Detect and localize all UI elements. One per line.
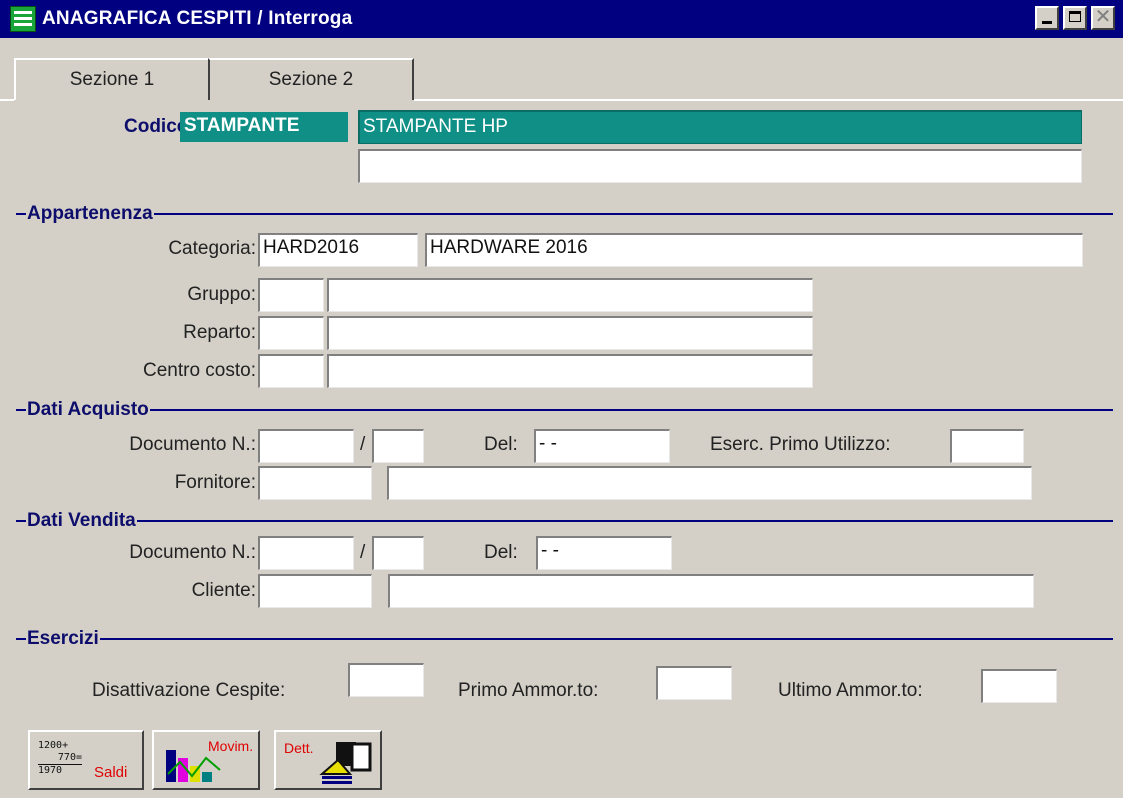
section-title: Dati Acquisto	[27, 399, 149, 420]
ultimo-ammortamento-label: Ultimo Ammor.to:	[778, 680, 923, 701]
close-button[interactable]: ✕	[1091, 6, 1115, 30]
acquisto-del-label: Del:	[484, 434, 518, 455]
centro-costo-code-field[interactable]	[258, 354, 324, 388]
esercizio-primo-utilizzo-label: Eserc. Primo Utilizzo:	[710, 434, 891, 455]
app-icon	[10, 6, 36, 32]
acquisto-del-field[interactable]: - -	[534, 429, 670, 463]
acquisto-documento-number-field[interactable]	[258, 429, 354, 463]
categoria-label: Categoria:	[168, 238, 256, 259]
tab-strip: Sezione 1 Sezione 2	[0, 38, 1123, 101]
section-title: Appartenenza	[27, 203, 153, 224]
saldi-label: Saldi	[94, 764, 128, 781]
dettaglio-icon	[319, 742, 372, 784]
section-title: Esercizi	[27, 628, 99, 649]
disattivazione-cespite-field[interactable]	[348, 663, 424, 697]
fornitore-label: Fornitore:	[174, 472, 256, 493]
dettaglio-label: Dett.	[284, 740, 314, 756]
acquisto-documento-suffix-field[interactable]	[372, 429, 424, 463]
acquisto-documento-label: Documento N.:	[129, 434, 256, 455]
description-field[interactable]: STAMPANTE HP	[358, 110, 1082, 144]
section-esercizi: Esercizi	[16, 628, 1113, 649]
vendita-del-field[interactable]: - -	[536, 536, 672, 570]
gruppo-code-field[interactable]	[258, 278, 324, 312]
reparto-desc-field[interactable]	[327, 316, 813, 350]
cliente-label: Cliente:	[191, 580, 256, 601]
esercizio-primo-utilizzo-field[interactable]	[950, 429, 1024, 463]
reparto-label: Reparto:	[183, 322, 256, 343]
tab-sezione-1[interactable]: Sezione 1	[14, 58, 208, 100]
centro-costo-desc-field[interactable]	[327, 354, 813, 388]
section-appartenenza: Appartenenza	[16, 203, 1113, 224]
section-dati-acquisto: Dati Acquisto	[16, 399, 1113, 420]
primo-ammortamento-label: Primo Ammor.to:	[458, 680, 599, 701]
window-title: ANAGRAFICA CESPITI / Interroga	[42, 8, 353, 29]
vendita-slash: /	[360, 542, 366, 563]
fornitore-code-field[interactable]	[258, 466, 372, 500]
reparto-code-field[interactable]	[258, 316, 324, 350]
categoria-code-field[interactable]: HARD2016	[258, 233, 418, 267]
categoria-desc-field[interactable]: HARDWARE 2016	[425, 233, 1083, 267]
gruppo-desc-field[interactable]	[327, 278, 813, 312]
centro-costo-label: Centro costo:	[143, 360, 256, 381]
ultimo-ammortamento-field[interactable]	[981, 669, 1057, 703]
vendita-documento-suffix-field[interactable]	[372, 536, 424, 570]
dettaglio-button[interactable]: Dett.	[274, 730, 382, 790]
movimenti-button[interactable]: Movim.	[152, 730, 260, 790]
minimize-button[interactable]	[1035, 6, 1059, 30]
tab-divider	[0, 99, 14, 101]
window-titlebar: ANAGRAFICA CESPITI / Interroga ✕	[0, 0, 1123, 38]
saldi-button[interactable]: 1200+ 770= 1970 Saldi	[28, 730, 144, 790]
window-controls: ✕	[1031, 6, 1115, 30]
disattivazione-cespite-label: Disattivazione Cespite:	[92, 680, 286, 701]
description2-field[interactable]	[358, 149, 1082, 183]
maximize-button[interactable]	[1063, 6, 1087, 30]
codice-field[interactable]: STAMPANTE	[180, 112, 348, 142]
tab-sezione-2[interactable]: Sezione 2	[208, 58, 414, 100]
primo-ammortamento-field[interactable]	[656, 666, 732, 700]
section-dati-vendita: Dati Vendita	[16, 510, 1113, 531]
tab-divider	[414, 99, 1123, 101]
gruppo-label: Gruppo:	[187, 284, 256, 305]
section-title: Dati Vendita	[27, 510, 136, 531]
vendita-documento-label: Documento N.:	[129, 542, 256, 563]
fornitore-desc-field[interactable]	[387, 466, 1032, 500]
acquisto-slash: /	[360, 434, 366, 455]
vendita-del-label: Del:	[484, 542, 518, 563]
saldi-icon: 1200+ 770= 1970	[38, 740, 82, 776]
movimenti-label: Movim.	[208, 738, 254, 754]
cliente-code-field[interactable]	[258, 574, 372, 608]
vendita-documento-number-field[interactable]	[258, 536, 354, 570]
cliente-desc-field[interactable]	[388, 574, 1034, 608]
